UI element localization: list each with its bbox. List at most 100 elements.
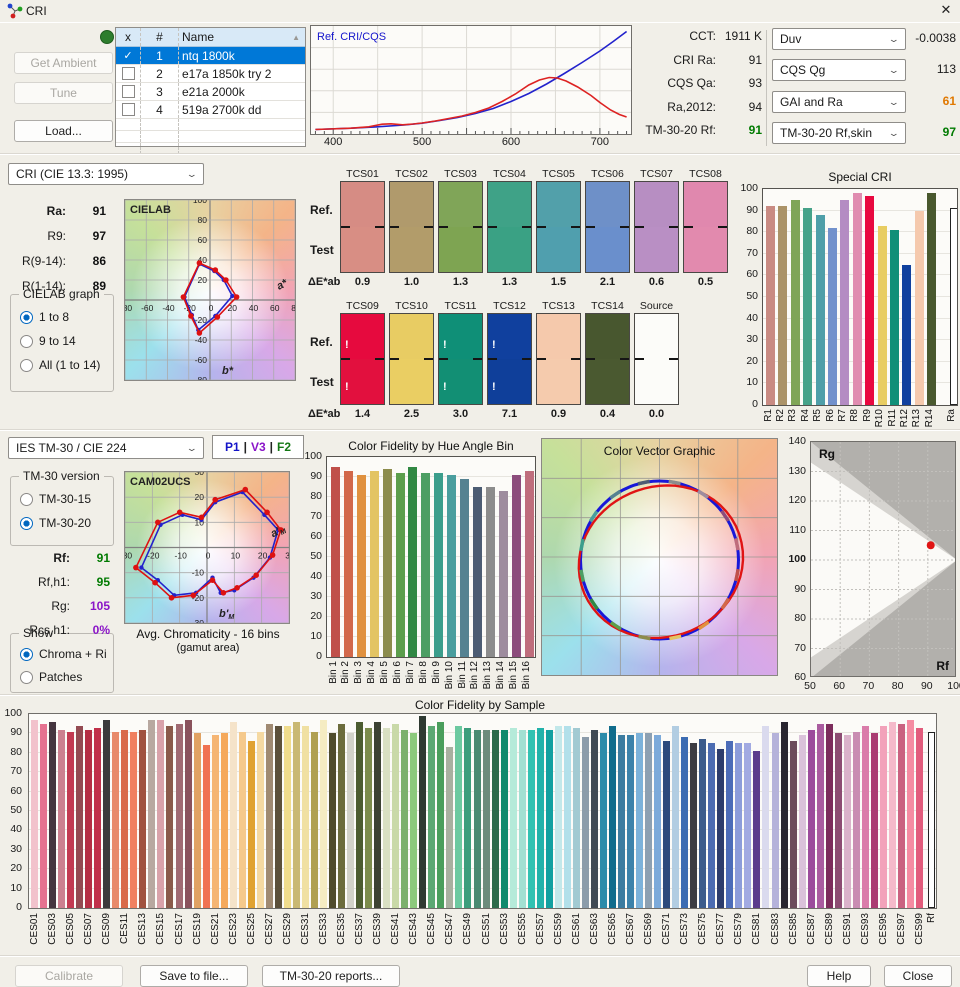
row-checkbox-cell[interactable] xyxy=(116,83,140,100)
radio-patches[interactable]: Patches xyxy=(20,669,82,685)
x-tick-label: CES79 xyxy=(733,913,744,945)
dropdown-label: CQS Qg xyxy=(780,63,825,77)
button-save-to-file-[interactable]: Save to file... xyxy=(140,965,248,987)
bar-ces42 xyxy=(401,730,408,909)
x-tick-label: CES41 xyxy=(390,913,401,945)
x-tick-label: CES43 xyxy=(408,913,419,945)
row-checkbox-cell[interactable] xyxy=(116,101,140,118)
split-mark xyxy=(635,358,644,360)
y-tick-label: 90 xyxy=(736,204,758,216)
x-tick-label: Bin 15 xyxy=(508,661,519,689)
sample-table[interactable]: x#Name▲✓1ntq 1800k2e17a 1850k try 23e21a… xyxy=(115,27,306,147)
bar-bin-14 xyxy=(499,491,508,657)
x-tick-label: CES83 xyxy=(770,913,781,945)
split-mark xyxy=(390,358,399,360)
checkbox[interactable] xyxy=(122,67,135,80)
dropdown-cqs-qg[interactable]: CQS Qg⌄ xyxy=(772,59,906,81)
bar-ces37 xyxy=(356,722,363,908)
delta-e-value: 3.0 xyxy=(438,408,483,420)
bar-ces01 xyxy=(31,720,38,908)
x-tick-label: CES39 xyxy=(372,913,383,945)
table-row[interactable]: 3e21a 2000k xyxy=(116,83,305,101)
bar-bin-5 xyxy=(383,469,392,657)
delta-e-value: 1.0 xyxy=(389,276,434,288)
bar-ces55 xyxy=(519,730,526,909)
x-tick-label: Bin 8 xyxy=(418,661,429,684)
svg-text:10: 10 xyxy=(231,551,241,561)
radio-tm-30-20[interactable]: TM-30-20 xyxy=(20,515,91,531)
x-tick-label: R9 xyxy=(862,409,873,422)
split-mark xyxy=(669,358,678,360)
dropdown-gai-and-ra[interactable]: GAI and Ra⌄ xyxy=(772,91,906,113)
row-checkbox-cell[interactable] xyxy=(116,65,140,82)
patch-test-half xyxy=(537,359,580,404)
row-number: 2 xyxy=(140,65,178,82)
split-mark xyxy=(341,226,350,228)
stat-value: 97 xyxy=(66,229,106,243)
window-title: CRI xyxy=(26,4,47,18)
column-header[interactable]: # xyxy=(140,28,178,46)
bar-ces54 xyxy=(510,728,517,908)
checkbox[interactable] xyxy=(122,85,135,98)
button-help[interactable]: Help xyxy=(807,965,871,987)
bar-ces50 xyxy=(474,730,481,909)
split-mark xyxy=(537,226,546,228)
patch-test-half xyxy=(635,359,678,404)
table-row[interactable]: 4519a 2700k dd xyxy=(116,101,305,119)
bar-ces58 xyxy=(546,730,553,909)
y-tick-label: 90 xyxy=(0,726,22,738)
button-close[interactable]: Close xyxy=(884,965,952,987)
pvf-indicator: P1|V3|F2 xyxy=(212,435,304,459)
delta-e-value: 0.5 xyxy=(683,276,728,288)
close-icon[interactable]: ✕ xyxy=(936,2,956,20)
radio-icon xyxy=(20,335,33,348)
radio-tm-30-15[interactable]: TM-30-15 xyxy=(20,491,91,507)
split-mark xyxy=(537,358,546,360)
tm30-method-select[interactable]: IES TM-30 / CIE 224⌄ xyxy=(8,437,204,459)
dropdown-duv[interactable]: Duv⌄ xyxy=(772,28,906,50)
x-tick-label: CES13 xyxy=(137,913,148,945)
y-tick-label: 80 xyxy=(300,490,322,502)
chevron-down-icon: ⌄ xyxy=(186,169,198,180)
stat-label: TM-30-20 Rf: xyxy=(630,123,716,137)
column-header[interactable]: Name▲ xyxy=(178,28,303,46)
bar-ces98 xyxy=(907,720,914,908)
radio-1-to-8[interactable]: 1 to 8 xyxy=(20,309,69,325)
svg-text:80: 80 xyxy=(291,303,295,313)
bar-r4 xyxy=(803,208,812,405)
y-tick-label: 30 xyxy=(736,333,758,345)
svg-text:-60: -60 xyxy=(141,303,154,313)
table-row[interactable]: 2e17a 1850k try 2 xyxy=(116,65,305,83)
column-header[interactable]: x xyxy=(116,28,140,46)
radio-9-to-14[interactable]: 9 to 14 xyxy=(20,333,76,349)
dropdown-tm-30-20-rf-skin[interactable]: TM-30-20 Rf,skin⌄ xyxy=(772,122,906,144)
cell xyxy=(178,131,303,142)
patch-ref-half xyxy=(390,182,433,227)
row-checkbox-cell[interactable]: ✓ xyxy=(116,47,140,64)
tcs-patch-label: TCS02 xyxy=(389,168,434,180)
bar-ces15 xyxy=(157,720,164,908)
tcs-patch-tcs02 xyxy=(389,181,434,273)
bar-r7 xyxy=(840,200,849,405)
cri-method-select[interactable]: CRI (CIE 13.3: 1995)⌄ xyxy=(8,163,204,185)
delta-e-value: 1.3 xyxy=(487,276,532,288)
table-row[interactable]: ✓1ntq 1800k xyxy=(116,47,305,65)
x-tick-label: CES33 xyxy=(318,913,329,945)
row-name: 519a 2700k dd xyxy=(178,101,303,118)
stat-value: 0% xyxy=(70,623,110,637)
cell xyxy=(178,119,303,130)
svg-text:b*: b* xyxy=(222,365,234,377)
bar-ra xyxy=(950,208,958,405)
bar-ces38 xyxy=(365,728,372,908)
patch-test-half xyxy=(586,359,629,404)
radio-all-1-to-14-[interactable]: All (1 to 14) xyxy=(20,357,100,373)
y-tick-label: 20 xyxy=(0,862,22,874)
y-tick-label: 30 xyxy=(300,590,322,602)
split-mark xyxy=(522,226,531,228)
radio-chroma-ri[interactable]: Chroma + Ri xyxy=(20,646,107,662)
stat-label: Rf,h1: xyxy=(4,575,70,589)
button-load-[interactable]: Load... xyxy=(14,120,113,142)
button-tm-30-20-reports-[interactable]: TM-30-20 reports... xyxy=(262,965,400,987)
checkbox[interactable] xyxy=(122,103,135,116)
x-tick-label: CES03 xyxy=(47,913,58,945)
